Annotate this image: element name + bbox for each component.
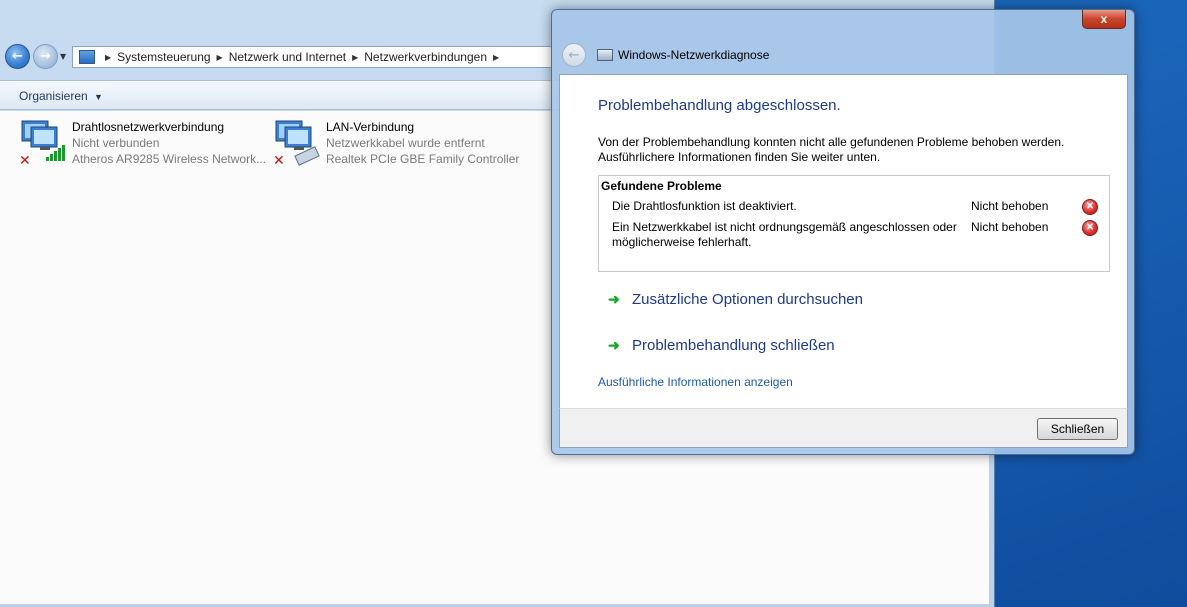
organize-label: Organisieren bbox=[19, 89, 88, 103]
problem-status: Nicht behoben bbox=[971, 220, 1049, 234]
error-icon: ✕ bbox=[1082, 199, 1098, 215]
lan-network-icon: ✕ bbox=[273, 120, 320, 169]
svg-text:✕: ✕ bbox=[273, 153, 285, 169]
view-detailed-information-link[interactable]: Ausführliche Informationen anzeigen bbox=[598, 375, 793, 389]
option-label: Zusätzliche Optionen durchsuchen bbox=[632, 291, 863, 308]
problem-text: Die Drahtlosfunktion ist deaktiviert. bbox=[612, 199, 797, 213]
dialog-content: Problembehandlung abgeschlossen. Von der… bbox=[559, 74, 1128, 408]
dialog-title: Windows-Netzwerkdiagnose bbox=[618, 48, 770, 62]
dialog-footer: Schließen bbox=[559, 408, 1128, 448]
green-arrow-icon: ➜ bbox=[608, 337, 620, 353]
breadcrumb-systemsteuerung[interactable]: Systemsteuerung bbox=[117, 50, 210, 64]
close-icon: x bbox=[1100, 12, 1108, 26]
connection-item-wireless[interactable]: ✕ Drahtlosnetzwerkverbindung Nicht verbu… bbox=[18, 119, 268, 169]
dialog-back-button[interactable]: ← bbox=[562, 43, 586, 67]
window-close-button[interactable]: x bbox=[1082, 10, 1126, 29]
forward-button[interactable]: → bbox=[33, 44, 58, 69]
breadcrumb-netzwerkverbindungen[interactable]: Netzwerkverbindungen bbox=[364, 50, 487, 64]
close-button[interactable]: Schließen bbox=[1037, 418, 1118, 440]
error-icon: ✕ bbox=[1082, 220, 1098, 236]
back-arrow-icon: ← bbox=[12, 49, 23, 64]
dialog-heading: Problembehandlung abgeschlossen. bbox=[598, 97, 841, 114]
problem-row: Die Drahtlosfunktion ist deaktiviert. Ni… bbox=[612, 199, 1102, 216]
organize-menu-button[interactable]: Organisieren ▼ bbox=[19, 89, 103, 103]
close-troubleshooter-link[interactable]: ➜ Problembehandlung schließen bbox=[608, 337, 835, 354]
connection-text: LAN-Verbindung Netzwerkkabel wurde entfe… bbox=[326, 119, 519, 167]
connection-adapter: Realtek PCIe GBE Family Controller bbox=[326, 152, 520, 166]
breadcrumb-netzwerk-und-internet[interactable]: Netzwerk und Internet bbox=[229, 50, 346, 64]
wireless-network-icon: ✕ bbox=[19, 120, 65, 169]
problem-status: Nicht behoben bbox=[971, 199, 1049, 213]
network-diagnostics-icon bbox=[597, 49, 613, 61]
option-label: Problembehandlung schließen bbox=[632, 337, 835, 354]
problems-title: Gefundene Probleme bbox=[601, 179, 722, 193]
connection-status: Nicht verbunden bbox=[72, 136, 160, 150]
explore-additional-options-link[interactable]: ➜ Zusätzliche Optionen durchsuchen bbox=[608, 291, 863, 308]
connection-adapter: Atheros AR9285 Wireless Network... bbox=[72, 152, 267, 166]
chevron-right-icon[interactable]: ▶ bbox=[105, 53, 111, 62]
chevron-right-icon[interactable]: ▶ bbox=[217, 53, 223, 62]
chevron-down-icon: ▼ bbox=[94, 92, 103, 102]
forward-arrow-icon: → bbox=[40, 49, 51, 64]
problem-row: Ein Netzwerkkabel ist nicht ordnungsgemä… bbox=[612, 220, 1102, 252]
network-diagnostics-dialog: x ← Windows-Netzwerkdiagnose Problembeha… bbox=[551, 9, 1135, 455]
chevron-right-icon[interactable]: ▶ bbox=[352, 53, 358, 62]
control-panel-icon bbox=[79, 50, 95, 64]
chevron-right-icon[interactable]: ▶ bbox=[493, 53, 499, 62]
connection-name: LAN-Verbindung bbox=[326, 120, 415, 134]
green-arrow-icon: ➜ bbox=[608, 291, 620, 307]
connection-status: Netzwerkkabel wurde entfernt bbox=[326, 136, 485, 150]
recent-pages-dropdown[interactable]: ▼ bbox=[60, 52, 66, 61]
connection-text: Drahtlosnetzwerkverbindung Nicht verbund… bbox=[72, 119, 266, 167]
back-button[interactable]: ← bbox=[5, 44, 30, 69]
back-arrow-icon: ← bbox=[568, 47, 580, 63]
address-bar[interactable]: ▶ Systemsteuerung ▶ Netzwerk und Interne… bbox=[72, 46, 552, 68]
problem-text: Ein Netzwerkkabel ist nicht ordnungsgemä… bbox=[612, 220, 957, 249]
connection-name: Drahtlosnetzwerkverbindung bbox=[72, 120, 225, 134]
svg-text:✕: ✕ bbox=[19, 153, 31, 169]
dialog-description: Von der Problembehandlung konnten nicht … bbox=[598, 135, 1065, 164]
connection-item-lan[interactable]: ✕ LAN-Verbindung Netzwerkkabel wurde ent… bbox=[272, 119, 522, 169]
problems-found-box: Gefundene Probleme Die Drahtlosfunktion … bbox=[598, 175, 1110, 272]
